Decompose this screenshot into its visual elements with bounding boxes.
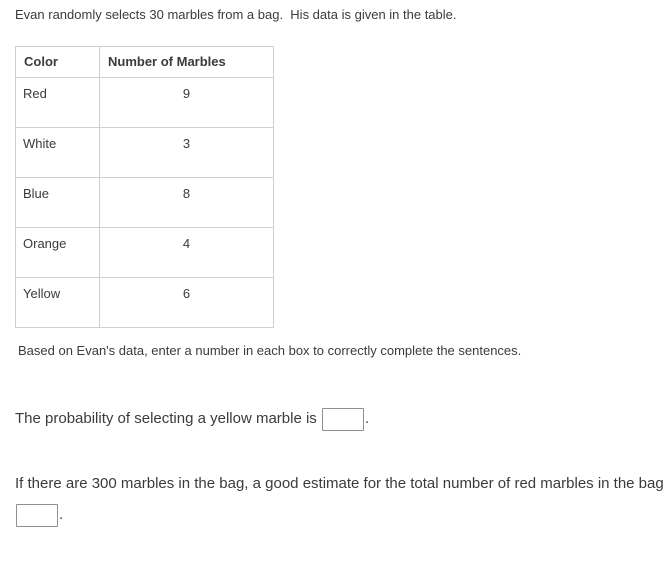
cell-color: White xyxy=(15,127,100,178)
cell-count: 9 xyxy=(99,77,274,128)
question-1-text-after: . xyxy=(364,410,370,427)
question-1-text-before: The probability of selecting a yellow ma… xyxy=(15,410,321,427)
intro-text: Evan randomly selects 30 marbles from a … xyxy=(15,7,457,22)
question-2-text-after: . xyxy=(59,506,64,523)
table-row: Orange 4 xyxy=(15,227,274,278)
table-row: Yellow 6 xyxy=(15,277,274,328)
table-header-row: Color Number of Marbles xyxy=(15,46,274,78)
cell-color: Yellow xyxy=(15,277,100,328)
table-row: Red 9 xyxy=(15,77,274,128)
column-header-color: Color xyxy=(15,46,100,78)
cell-count: 4 xyxy=(99,227,274,278)
table-row: Blue 8 xyxy=(15,177,274,228)
question-1: The probability of selecting a yellow ma… xyxy=(15,403,369,434)
answer-input-probability-yellow[interactable] xyxy=(321,407,364,431)
marble-data-table: Color Number of Marbles Red 9 White 3 Bl… xyxy=(15,46,274,328)
table-row: White 3 xyxy=(15,127,274,178)
question-2: If there are 300 marbles in the bag, a g… xyxy=(15,468,664,530)
cell-color: Red xyxy=(15,77,100,128)
question-2-text-before: If there are 300 marbles in the bag, a g… xyxy=(15,475,664,492)
answer-input-estimate-red-marbles[interactable] xyxy=(16,503,58,527)
cell-count: 6 xyxy=(99,277,274,328)
column-header-number-of-marbles: Number of Marbles xyxy=(99,46,274,78)
cell-count: 3 xyxy=(99,127,274,178)
cell-color: Blue xyxy=(15,177,100,228)
cell-count: 8 xyxy=(99,177,274,228)
cell-color: Orange xyxy=(15,227,100,278)
instruction-text: Based on Evan's data, enter a number in … xyxy=(18,343,522,358)
